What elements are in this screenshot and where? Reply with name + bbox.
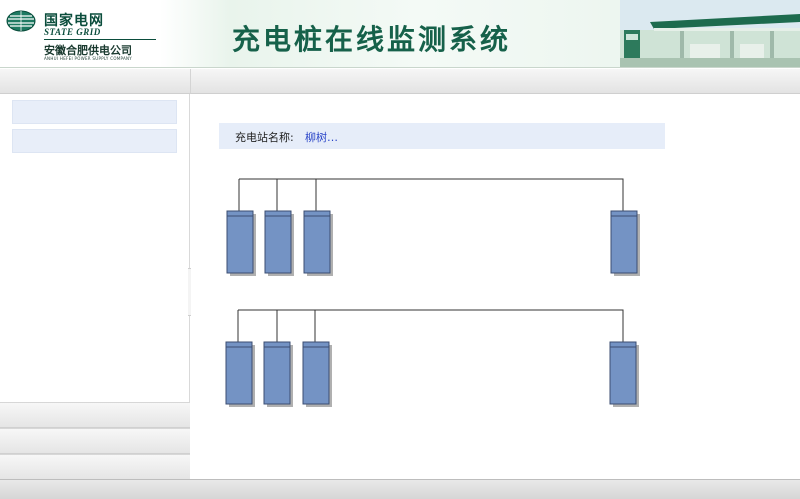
header-banner: 国家电网 STATE GRID 安徽合肥供电公司 ANHUI HEFEI POW…	[0, 0, 800, 68]
charger-pile[interactable]	[303, 210, 333, 276]
sidebar-section-2[interactable]	[0, 428, 190, 454]
charger-pile[interactable]	[609, 341, 639, 407]
sidebar	[0, 94, 190, 480]
sidebar-section-1[interactable]	[0, 402, 190, 428]
sidebar-item-1[interactable]	[12, 100, 177, 124]
charger-pile[interactable]	[302, 341, 332, 407]
charger-pile[interactable]	[264, 210, 294, 276]
main-toolbar	[190, 69, 800, 94]
main-content: 充电站名称: 柳树…	[191, 95, 800, 479]
state-grid-globe-icon	[6, 10, 36, 32]
sidebar-toolbar	[0, 69, 190, 94]
status-footer	[0, 479, 800, 499]
system-title: 充电桩在线监测系统	[232, 23, 512, 56]
charging-station-photo	[620, 0, 800, 67]
charger-topology-diagram	[225, 178, 640, 407]
charger-pile[interactable]	[225, 341, 255, 407]
company-name-english: ANHUI HEFEI POWER SUPPLY COMPANY	[44, 56, 133, 61]
logo-english-name: STATE GRID	[44, 27, 101, 37]
sidebar-section-3[interactable]	[0, 454, 190, 480]
sidebar-item-2[interactable]	[12, 129, 177, 153]
company-logo: 国家电网 STATE GRID 安徽合肥供电公司 ANHUI HEFEI POW…	[4, 6, 164, 62]
bus-line-2	[237, 309, 624, 342]
charger-pile[interactable]	[226, 210, 256, 276]
charger-pile[interactable]	[263, 341, 293, 407]
logo-divider	[44, 39, 156, 40]
charger-pile[interactable]	[610, 210, 640, 276]
bus-line-1	[238, 178, 624, 211]
